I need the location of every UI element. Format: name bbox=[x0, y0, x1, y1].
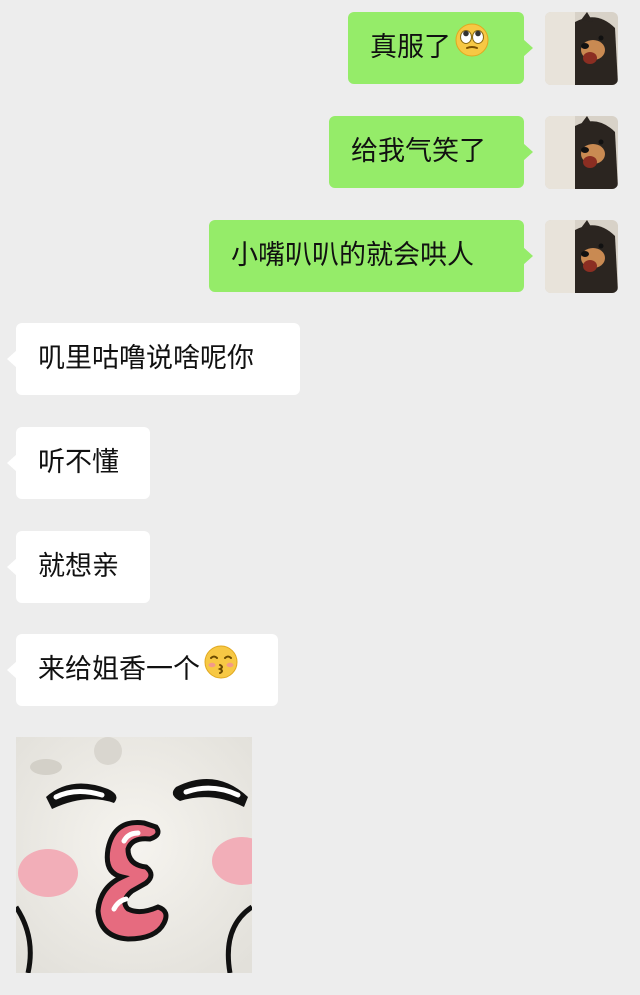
message-text: 真服了 bbox=[370, 32, 451, 63]
message-text: 听不懂 bbox=[38, 447, 119, 478]
eye-roll-emoji-icon bbox=[455, 13, 489, 85]
message-bubble-outgoing[interactable]: 给我气笑了 bbox=[329, 116, 533, 188]
message-bubble-outgoing[interactable]: 小嘴叭叭的就会哄人 bbox=[209, 220, 533, 292]
message-text: 来给姐香一个 bbox=[38, 654, 200, 685]
message-bubble-incoming[interactable]: 听不懂 bbox=[7, 427, 150, 499]
message-bubble-incoming[interactable]: 来给姐香一个 bbox=[7, 634, 278, 707]
message-bubble-incoming[interactable]: 就想亲 bbox=[7, 531, 150, 603]
message-bubble-incoming[interactable]: 叽里咕噜说啥呢你 bbox=[7, 323, 300, 395]
user-avatar[interactable] bbox=[545, 116, 618, 189]
user-avatar[interactable] bbox=[545, 12, 618, 85]
message-bubble-outgoing[interactable]: 真服了 bbox=[348, 12, 533, 85]
kissing-face-sticker[interactable] bbox=[16, 737, 252, 973]
message-text: 小嘴叭叭的就会哄人 bbox=[231, 240, 474, 271]
message-text: 就想亲 bbox=[38, 551, 119, 582]
kissing-emoji-icon bbox=[204, 635, 238, 707]
user-avatar[interactable] bbox=[545, 220, 618, 293]
message-text: 叽里咕噜说啥呢你 bbox=[38, 343, 254, 374]
message-text: 给我气笑了 bbox=[351, 136, 486, 167]
